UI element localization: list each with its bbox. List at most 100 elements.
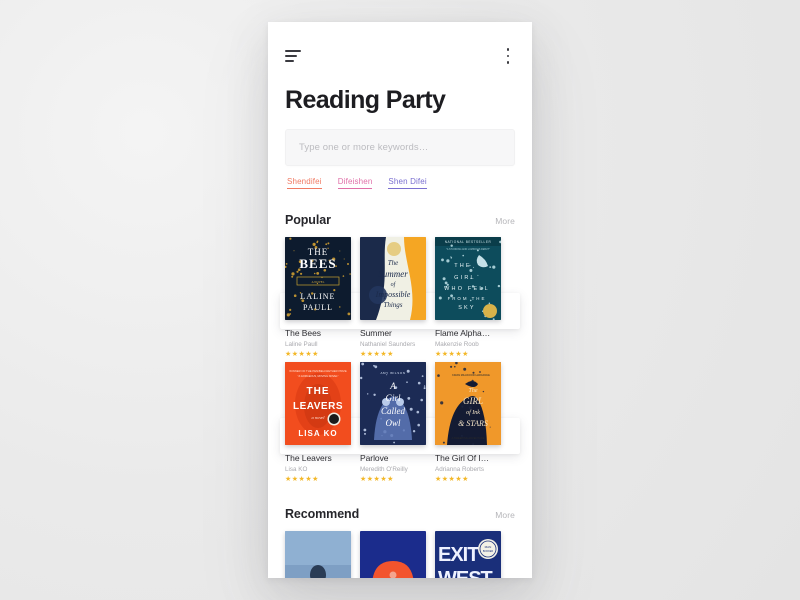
svg-text:LALINE: LALINE xyxy=(301,292,336,301)
book-cover-girl-ink-stars[interactable]: KIRAN MILLWOOD HARGRAVE The GIRL of Ink … xyxy=(435,362,501,445)
book-author: Makenzie Roob xyxy=(435,341,479,348)
book-item[interactable]: NATIONAL BESTSELLER "A STUNNING AND LUMI… xyxy=(435,237,501,358)
search-input[interactable] xyxy=(299,142,501,153)
svg-text:GIRL: GIRL xyxy=(454,275,476,281)
menu-line xyxy=(285,60,294,62)
svg-text:"A GORGEOUS, MOVING NOVEL": "A GORGEOUS, MOVING NOVEL" xyxy=(298,374,339,378)
svg-text:WINNER OF THE PEN/BELLWETHER P: WINNER OF THE PEN/BELLWETHER PRIZE xyxy=(289,369,347,373)
svg-text:THE: THE xyxy=(307,386,330,397)
menu-line xyxy=(285,55,297,57)
section-more-link[interactable]: More xyxy=(495,216,515,226)
tag-0[interactable]: Shendifei xyxy=(287,177,322,189)
book-cover-the-leavers[interactable]: WINNER OF THE PEN/BELLWETHER PRIZE "A GO… xyxy=(285,362,351,445)
book-rating-stars: ★★★★★ xyxy=(285,351,319,358)
app-screen: Reading Party Shendifei Difeishen Shen Dif… xyxy=(268,22,532,578)
book-rating-stars: ★★★★★ xyxy=(360,476,394,483)
svg-text:A SWEEPING ADVENTURE: A SWEEPING ADVENTURE xyxy=(452,436,485,440)
svg-text:The: The xyxy=(469,388,478,394)
book-rating-stars: ★★★★★ xyxy=(435,351,469,358)
book-cover-blue-portrait[interactable] xyxy=(285,531,351,578)
svg-text:Owl: Owl xyxy=(385,418,401,428)
svg-text:Impossible: Impossible xyxy=(375,290,411,299)
book-cover-orange-helmet[interactable]: B xyxy=(360,531,426,578)
page-title: Reading Party xyxy=(285,86,446,114)
book-row-wrap: WINNER OF THE PEN/BELLWETHER PRIZE "A GO… xyxy=(280,362,520,483)
svg-text:Girl: Girl xyxy=(385,393,401,403)
book-title: Flame Alpha… xyxy=(435,328,491,338)
content-sections: Popular More THE BEES A NOVEL LALINE PAULL… xyxy=(280,213,520,578)
tag-2[interactable]: Shen Difei xyxy=(388,177,427,189)
book-title: The Bees xyxy=(285,328,321,338)
app-topbar xyxy=(285,22,515,78)
book-carousel[interactable]: THE BEES A NOVEL LALINE PAULL The Bees Lal… xyxy=(285,237,515,358)
section-title: Recommend xyxy=(285,507,360,521)
svg-text:LEAVERS: LEAVERS xyxy=(293,401,343,412)
book-item[interactable]: The Summer of Impossible Things Summer Nat… xyxy=(360,237,426,358)
book-row-wrap: B EXIT WEST MAN BOOKER xyxy=(285,531,515,578)
section-header-recommend: Recommend More xyxy=(285,507,515,521)
svg-text:MAN: MAN xyxy=(485,545,492,549)
book-item[interactable]: KIRAN MILLWOOD HARGRAVE The GIRL of Ink … xyxy=(435,362,501,483)
svg-text:EXIT: EXIT xyxy=(438,544,479,566)
svg-text:A NOVEL: A NOVEL xyxy=(312,280,325,284)
book-author: Adrianna Roberts xyxy=(435,466,485,473)
svg-text:KIRAN MILLWOOD HARGRAVE: KIRAN MILLWOOD HARGRAVE xyxy=(452,373,490,377)
tag-list: Shendifei Difeishen Shen Difei xyxy=(285,177,515,189)
menu-line xyxy=(285,50,301,52)
svg-text:LISA KO: LISA KO xyxy=(298,429,337,438)
svg-text:THE: THE xyxy=(454,263,472,269)
book-cover-girl-fell-sky[interactable]: NATIONAL BESTSELLER "A STUNNING AND LUMI… xyxy=(435,237,501,320)
book-carousel[interactable]: WINNER OF THE PEN/BELLWETHER PRIZE "A GO… xyxy=(285,362,515,483)
section-more-link[interactable]: More xyxy=(495,510,515,520)
book-carousel[interactable]: B EXIT WEST MAN BOOKER xyxy=(285,531,515,578)
svg-text:of Ink: of Ink xyxy=(466,409,480,416)
book-rating-stars: ★★★★★ xyxy=(360,351,394,358)
svg-text:"A STUNNING AND LUMINOUS DEBUT: "A STUNNING AND LUMINOUS DEBUT" xyxy=(446,248,490,251)
svg-text:AMY WILSON: AMY WILSON xyxy=(380,371,405,375)
book-rating-stars: ★★★★★ xyxy=(435,476,469,483)
phone-mockup: Reading Party Shendifei Difeishen Shen Dif… xyxy=(268,22,532,578)
svg-text:& STARS: & STARS xyxy=(458,419,488,428)
svg-text:SKY: SKY xyxy=(458,305,476,311)
search-box[interactable] xyxy=(285,129,515,166)
book-cover-the-bees[interactable]: THE BEES A NOVEL LALINE PAULL xyxy=(285,237,351,320)
tag-1[interactable]: Difeishen xyxy=(337,177,373,189)
book-author: Laline Paull xyxy=(285,341,318,348)
svg-text:The: The xyxy=(388,259,399,267)
dot xyxy=(506,61,510,64)
dot xyxy=(506,54,510,58)
svg-text:BEES: BEES xyxy=(299,256,336,271)
svg-text:WEST: WEST xyxy=(438,568,493,578)
svg-text:GIRL: GIRL xyxy=(463,396,483,406)
hamburger-menu-icon[interactable] xyxy=(285,50,301,62)
book-title: Parlove xyxy=(360,453,389,463)
svg-text:FROM THE: FROM THE xyxy=(448,296,487,301)
svg-text:WHO FELL: WHO FELL xyxy=(444,286,490,292)
svg-text:a novel: a novel xyxy=(311,415,325,420)
svg-text:BOOKER: BOOKER xyxy=(483,550,494,553)
section-header-popular: Popular More xyxy=(285,213,515,227)
svg-text:Things: Things xyxy=(383,301,402,309)
book-cover-summer-impossible[interactable]: The Summer of Impossible Things xyxy=(360,237,426,320)
book-title: The Leavers xyxy=(285,453,332,463)
book-author: Lisa KO xyxy=(285,466,308,473)
book-author: Nathaniel Saunders xyxy=(360,341,416,348)
book-row-wrap: THE BEES A NOVEL LALINE PAULL The Bees Lal… xyxy=(280,237,520,358)
section-title: Popular xyxy=(285,213,331,227)
svg-text:A: A xyxy=(389,381,396,391)
svg-text:Called: Called xyxy=(381,406,405,416)
svg-text:Summer: Summer xyxy=(378,269,408,279)
book-item[interactable]: WINNER OF THE PEN/BELLWETHER PRIZE "A GO… xyxy=(285,362,351,483)
more-vertical-icon[interactable] xyxy=(501,48,515,64)
book-title: The Girl Of I… xyxy=(435,453,490,463)
book-item[interactable]: THE BEES A NOVEL LALINE PAULL The Bees Lal… xyxy=(285,237,351,358)
book-cover-exit-west[interactable]: EXIT WEST MAN BOOKER xyxy=(435,531,501,578)
book-author: Meredith O'Reilly xyxy=(360,466,408,473)
book-cover-girl-called-owl[interactable]: AMY WILSON A Girl Called Owl xyxy=(360,362,426,445)
svg-text:PAULL: PAULL xyxy=(303,303,333,312)
book-rating-stars: ★★★★★ xyxy=(285,476,319,483)
dot xyxy=(506,48,510,51)
svg-text:NATIONAL BESTSELLER: NATIONAL BESTSELLER xyxy=(445,240,492,244)
book-item[interactable]: AMY WILSON A Girl Called Owl Parlove Mered… xyxy=(360,362,426,483)
book-title: Summer xyxy=(360,328,392,338)
